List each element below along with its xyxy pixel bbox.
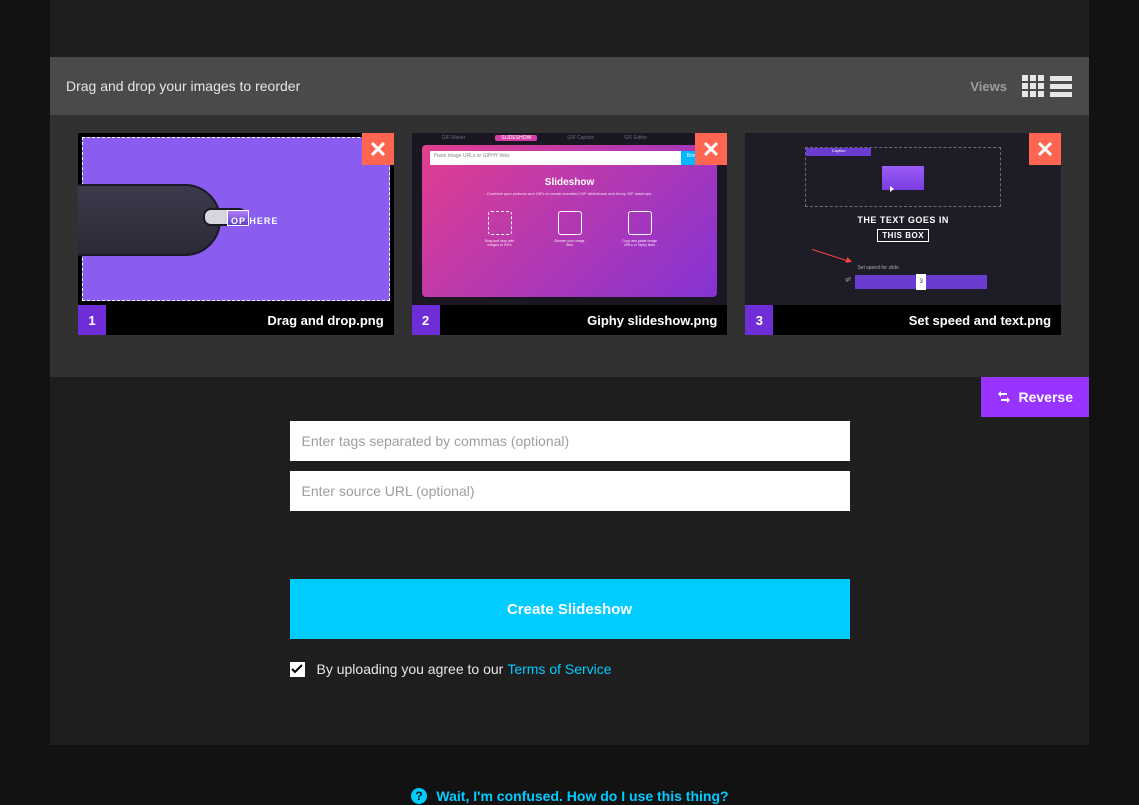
source-url-input[interactable] xyxy=(290,471,850,511)
reverse-icon xyxy=(997,390,1011,404)
tos-row: By uploading you agree to our Terms of S… xyxy=(290,661,850,677)
thumbnail-3-filename: Set speed and text.png xyxy=(773,305,1061,335)
reverse-button[interactable]: Reverse xyxy=(981,377,1090,417)
close-icon xyxy=(1037,141,1053,157)
thumbnail-1-number: 1 xyxy=(78,305,106,335)
remove-thumbnail-2-button[interactable] xyxy=(695,133,727,165)
tags-input[interactable] xyxy=(290,421,850,461)
tos-prefix: By uploading you agree to our xyxy=(317,661,504,677)
close-icon xyxy=(703,141,719,157)
reorder-instruction: Drag and drop your images to reorder xyxy=(66,78,970,94)
list-icon xyxy=(1050,76,1072,97)
thumbnail-2[interactable]: GIF MakerSLIDESHOWGIF CaptionGIF Editor … xyxy=(412,133,728,335)
list-view-button[interactable] xyxy=(1049,74,1073,98)
svg-text:?: ? xyxy=(416,789,423,803)
form-panel: Reverse Create Slideshow By uploading yo… xyxy=(50,377,1089,745)
help-text: Wait, I'm confused. How do I use this th… xyxy=(436,788,728,804)
thumb1-text: OP HERE xyxy=(231,216,278,226)
reverse-label: Reverse xyxy=(1019,389,1074,405)
thumbnail-1-filename: Drag and drop.png xyxy=(106,305,394,335)
thumbnail-2-filename: Giphy slideshow.png xyxy=(440,305,728,335)
grid-view-button[interactable] xyxy=(1021,74,1045,98)
question-icon: ? xyxy=(410,787,428,805)
create-slideshow-button[interactable]: Create Slideshow xyxy=(290,579,850,639)
thumbnails-region: OP HERE 1 Drag and drop.png GIF MakerSLI… xyxy=(50,115,1089,377)
remove-thumbnail-3-button[interactable] xyxy=(1029,133,1061,165)
thumbnail-2-number: 2 xyxy=(412,305,440,335)
thumbnail-3-number: 3 xyxy=(745,305,773,335)
remove-thumbnail-1-button[interactable] xyxy=(362,133,394,165)
views-label: Views xyxy=(970,79,1007,94)
reorder-toolbar: Drag and drop your images to reorder Vie… xyxy=(50,57,1089,115)
thumbnail-2-image: GIF MakerSLIDESHOWGIF CaptionGIF Editor … xyxy=(412,133,728,305)
check-icon xyxy=(291,663,303,675)
tos-link[interactable]: Terms of Service xyxy=(507,661,611,677)
close-icon xyxy=(370,141,386,157)
thumbnail-3-image: Caption THE TEXT GOES IN THIS BOX Set sp… xyxy=(745,133,1061,305)
help-link[interactable]: ? Wait, I'm confused. How do I use this … xyxy=(50,787,1089,805)
thumbnail-3[interactable]: Caption THE TEXT GOES IN THIS BOX Set sp… xyxy=(745,133,1061,335)
panel-top xyxy=(50,0,1089,57)
grid-icon xyxy=(1022,75,1044,97)
thumbnail-1-image: OP HERE xyxy=(78,133,394,305)
tos-checkbox[interactable] xyxy=(290,662,305,677)
thumbnail-1[interactable]: OP HERE 1 Drag and drop.png xyxy=(78,133,394,335)
